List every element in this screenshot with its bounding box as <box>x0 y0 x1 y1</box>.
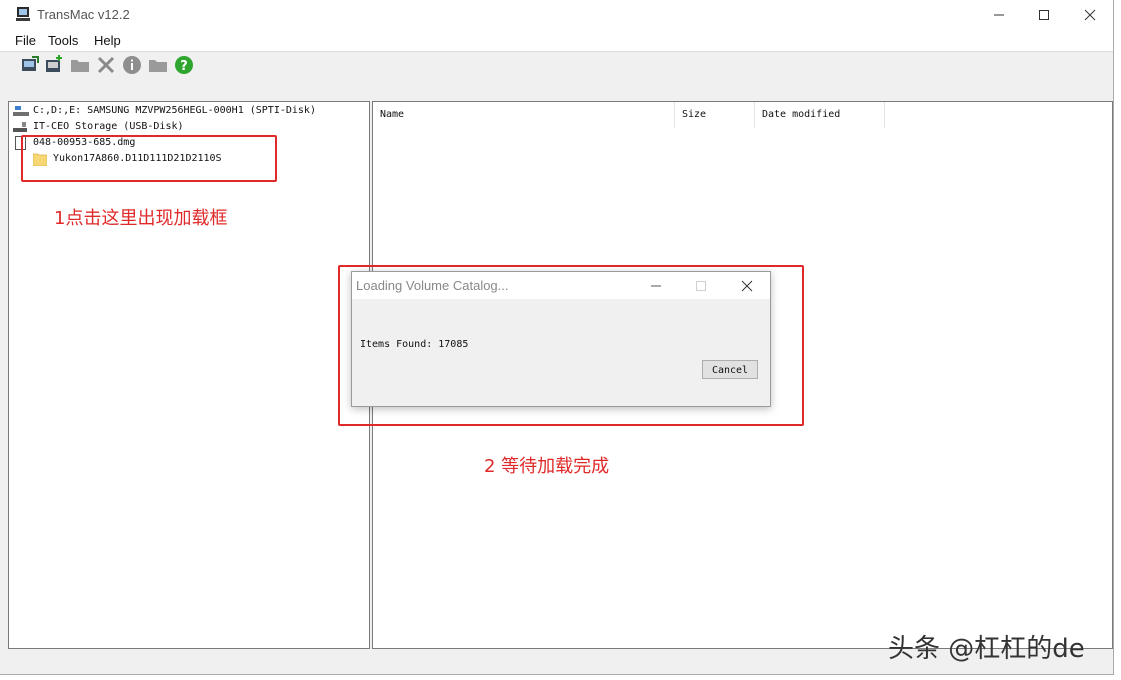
close-icon[interactable] <box>741 280 753 292</box>
minimize-button[interactable] <box>976 0 1022 30</box>
watermark: 头条 @杠杠的de <box>888 634 1085 664</box>
menu-bar: File Tools Help <box>0 30 1113 52</box>
maximize-icon <box>696 281 706 291</box>
cancel-button[interactable]: Cancel <box>702 360 758 379</box>
loading-dialog: Loading Volume Catalog... Items Found: 1… <box>351 271 771 407</box>
annotation-step2: 2 等待加载完成 <box>484 456 610 477</box>
menu-file[interactable]: File <box>15 33 36 48</box>
disk-tree-pane[interactable]: C:,D:,E: SAMSUNG MZVPW256HEGL-000H1 (SPT… <box>8 101 370 649</box>
minimize-icon <box>994 14 1004 16</box>
window-title: TransMac v12.2 <box>37 7 130 22</box>
menu-tools[interactable]: Tools <box>48 33 78 48</box>
minimize-icon[interactable] <box>650 280 662 292</box>
annotation-step1: 1点击这里出现加载框 <box>54 208 228 229</box>
open-disk-icon[interactable] <box>20 55 40 75</box>
column-header-size[interactable]: Size <box>675 102 755 128</box>
tree-item-label: IT-CEO Storage (USB-Disk) <box>33 121 184 132</box>
items-found-text: Items Found: 17085 <box>360 339 469 350</box>
dialog-title: Loading Volume Catalog... <box>356 278 509 293</box>
menu-help[interactable]: Help <box>94 33 121 48</box>
help-icon[interactable]: ? <box>174 55 194 75</box>
dialog-title-bar: Loading Volume Catalog... <box>352 272 770 299</box>
add-disk-icon[interactable] <box>44 55 64 75</box>
maximize-button[interactable] <box>1021 0 1067 30</box>
column-header-date-modified[interactable]: Date modified <box>755 102 885 128</box>
annotation-box-volume <box>21 135 277 182</box>
svg-text:?: ? <box>180 59 188 74</box>
new-folder-icon[interactable] <box>148 55 168 75</box>
folder-icon[interactable] <box>70 55 90 75</box>
maximize-icon <box>1039 10 1049 20</box>
toolbar: ? <box>0 52 1113 98</box>
column-header-name[interactable]: Name <box>373 102 675 128</box>
usb-drive-icon <box>13 122 27 132</box>
app-logo-icon <box>16 7 30 21</box>
info-icon[interactable] <box>122 55 142 75</box>
close-button[interactable] <box>1067 0 1113 30</box>
delete-icon[interactable] <box>96 55 116 75</box>
title-bar: TransMac v12.2 <box>0 0 1113 30</box>
tree-item-label: C:,D:,E: SAMSUNG MZVPW256HEGL-000H1 (SPT… <box>33 105 316 116</box>
close-icon <box>1084 9 1096 21</box>
hard-drive-icon <box>13 106 29 116</box>
